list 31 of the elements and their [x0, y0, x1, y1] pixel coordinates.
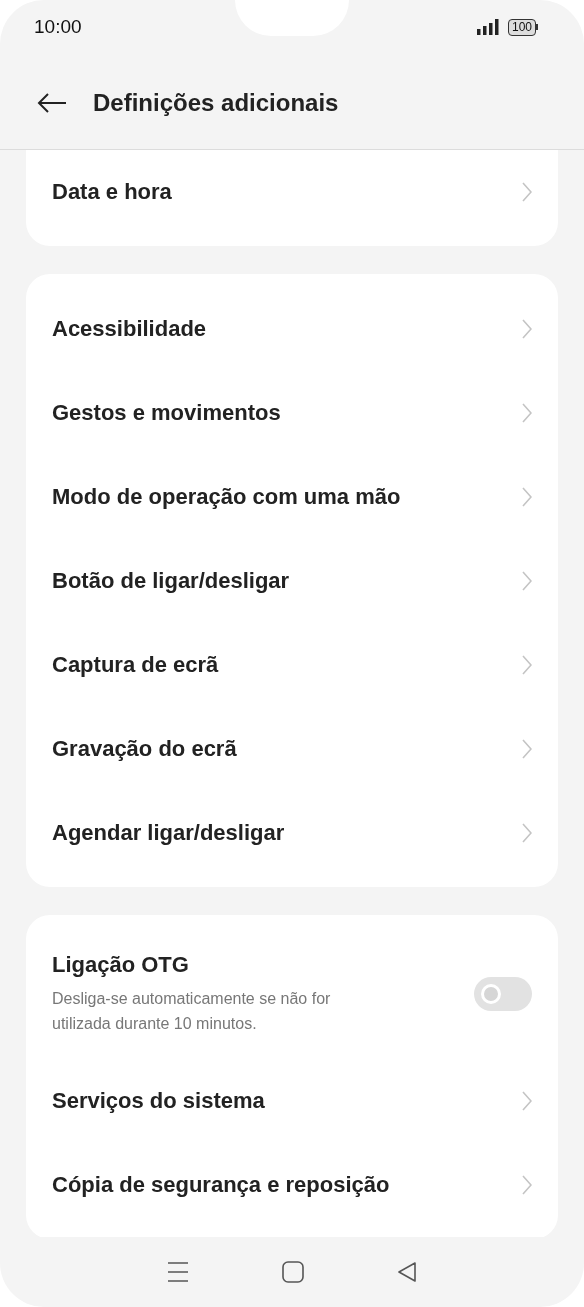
chevron-right-icon	[522, 1175, 532, 1195]
settings-item[interactable]: Captura de ecrã	[52, 652, 219, 678]
settings-item[interactable]: Serviços do sistema	[52, 1088, 265, 1114]
menu-button[interactable]	[166, 1262, 189, 1282]
chevron-right-icon	[522, 571, 532, 591]
back-button[interactable]	[37, 91, 67, 114]
settings-item[interactable]: Botão de ligar/desligar	[52, 568, 290, 594]
chevron-right-icon	[522, 739, 532, 759]
clock: 10:00	[34, 16, 82, 38]
settings-item[interactable]: Agendar ligar/desligar	[52, 820, 285, 846]
battery-indicator: 100	[507, 18, 536, 36]
settings-item[interactable]: Cópia de segurança e reposição	[52, 1172, 390, 1198]
back-nav-button[interactable]	[397, 1261, 418, 1283]
page-title: Definições adicionais	[93, 88, 339, 117]
home-button[interactable]	[282, 1261, 304, 1283]
chevron-right-icon	[522, 319, 532, 339]
settings-item[interactable]: Acessibilidade	[52, 316, 207, 342]
settings-item[interactable]: Gravação do ecrã	[52, 736, 237, 762]
chevron-right-icon	[522, 1091, 532, 1111]
settings-item[interactable]: Gestos e movimentos	[52, 400, 281, 426]
chevron-right-icon	[522, 182, 532, 202]
toggle-switch[interactable]	[474, 976, 532, 1011]
chevron-right-icon	[522, 487, 532, 507]
chevron-right-icon	[522, 655, 532, 675]
chevron-right-icon	[522, 823, 532, 843]
settings-item[interactable]: Data e hora	[52, 179, 172, 205]
signal-icon	[476, 19, 500, 35]
settings-item[interactable]: Modo de operação com uma mão	[52, 484, 401, 510]
item-description: Desliga-se automaticamente se não for utilizada durante 10 minutos.	[52, 988, 332, 1034]
chevron-right-icon	[522, 403, 532, 423]
settings-item: Ligação OTG	[52, 951, 190, 978]
